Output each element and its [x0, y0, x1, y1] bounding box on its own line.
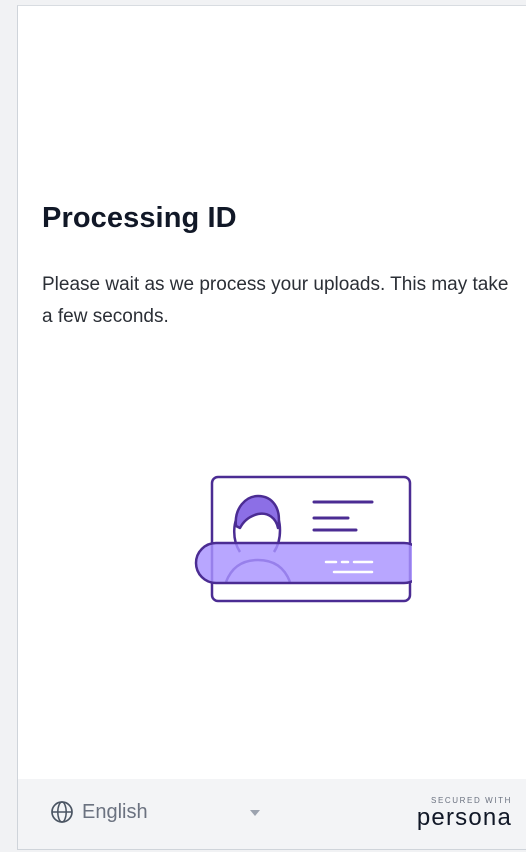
page-title: Processing ID — [42, 202, 237, 234]
secured-with-persona: SECURED WITH persona — [417, 796, 512, 830]
language-label: English — [82, 800, 148, 823]
verification-panel: Processing ID Please wait as we process … — [17, 5, 526, 850]
language-selector[interactable]: English — [50, 800, 148, 824]
persona-logo: persona — [416, 804, 512, 831]
scan-band — [194, 541, 426, 585]
globe-icon — [51, 801, 73, 823]
id-card-scan-icon — [194, 475, 426, 603]
processing-description: Please wait as we process your uploads. … — [42, 274, 509, 327]
footer: English SECURED WITH persona — [18, 779, 526, 849]
page-background: Processing ID Please wait as we process … — [0, 0, 526, 852]
id-card-scan-illustration — [176, 468, 426, 608]
chevron-down-icon[interactable] — [250, 810, 260, 816]
